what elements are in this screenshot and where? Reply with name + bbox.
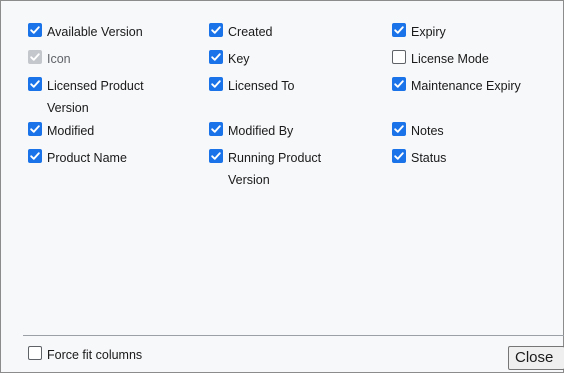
checkbox-checked-icon[interactable] [28, 23, 42, 37]
checkbox-unchecked-icon[interactable] [392, 50, 406, 64]
column-option-licensed-product-version[interactable]: Licensed Product Version [28, 75, 188, 119]
column-option-label: Running Product Version [228, 151, 322, 187]
checkbox-checked-icon[interactable] [392, 122, 406, 136]
checkbox-checked-icon[interactable] [209, 23, 223, 37]
column-chooser-panel: Available Version Created Expiry Icon Ke… [0, 0, 564, 373]
column-option-label: Modified [47, 124, 95, 138]
column-option-label: Licensed To [228, 79, 295, 93]
column-option-label: Status [411, 151, 447, 165]
checkbox-checked-icon[interactable] [392, 149, 406, 163]
checkbox-checked-icon[interactable] [209, 122, 223, 136]
column-option-modified-by[interactable]: Modified By [209, 120, 293, 142]
column-option-expiry[interactable]: Expiry [392, 21, 446, 43]
column-option-label: Modified By [228, 124, 294, 138]
force-fit-columns-label: Force fit columns [47, 348, 143, 362]
column-option-label: License Mode [411, 52, 489, 66]
column-option-status[interactable]: Status [392, 147, 446, 169]
column-option-created[interactable]: Created [209, 21, 272, 43]
checkbox-checked-icon[interactable] [392, 77, 406, 91]
close-button[interactable]: Close [508, 346, 564, 370]
column-option-label: Expiry [411, 25, 446, 39]
column-option-licensed-to[interactable]: Licensed To [209, 75, 295, 97]
checkbox-disabled-icon [28, 50, 42, 64]
column-option-label: Notes [411, 124, 444, 138]
column-option-modified[interactable]: Modified [28, 120, 94, 142]
column-option-notes[interactable]: Notes [392, 120, 444, 142]
checkbox-checked-icon[interactable] [28, 149, 42, 163]
checkbox-checked-icon[interactable] [28, 122, 42, 136]
column-option-label: Available Version [47, 25, 143, 39]
column-option-label: Product Name [47, 151, 127, 165]
column-option-available-version[interactable]: Available Version [28, 21, 143, 43]
footer-divider [23, 335, 564, 336]
column-option-product-name[interactable]: Product Name [28, 147, 127, 169]
checkbox-checked-icon[interactable] [209, 50, 223, 64]
force-fit-columns-option[interactable]: Force fit columns [28, 344, 142, 366]
checkbox-unchecked-icon[interactable] [28, 346, 42, 360]
column-option-label: Key [228, 52, 250, 66]
checkbox-checked-icon[interactable] [392, 23, 406, 37]
checkbox-checked-icon[interactable] [28, 77, 42, 91]
column-option-label: Created [228, 25, 273, 39]
column-option-key[interactable]: Key [209, 48, 250, 70]
column-option-label: Licensed Product Version [47, 79, 144, 115]
column-option-icon: Icon [28, 48, 71, 70]
checkbox-checked-icon[interactable] [209, 77, 223, 91]
column-option-license-mode[interactable]: License Mode [392, 48, 489, 70]
checkbox-checked-icon[interactable] [209, 149, 223, 163]
column-option-running-product-version[interactable]: Running Product Version [209, 147, 374, 191]
column-option-label: Maintenance Expiry [411, 79, 521, 93]
column-option-maintenance-expiry[interactable]: Maintenance Expiry [392, 75, 521, 97]
column-option-label: Icon [47, 52, 71, 66]
